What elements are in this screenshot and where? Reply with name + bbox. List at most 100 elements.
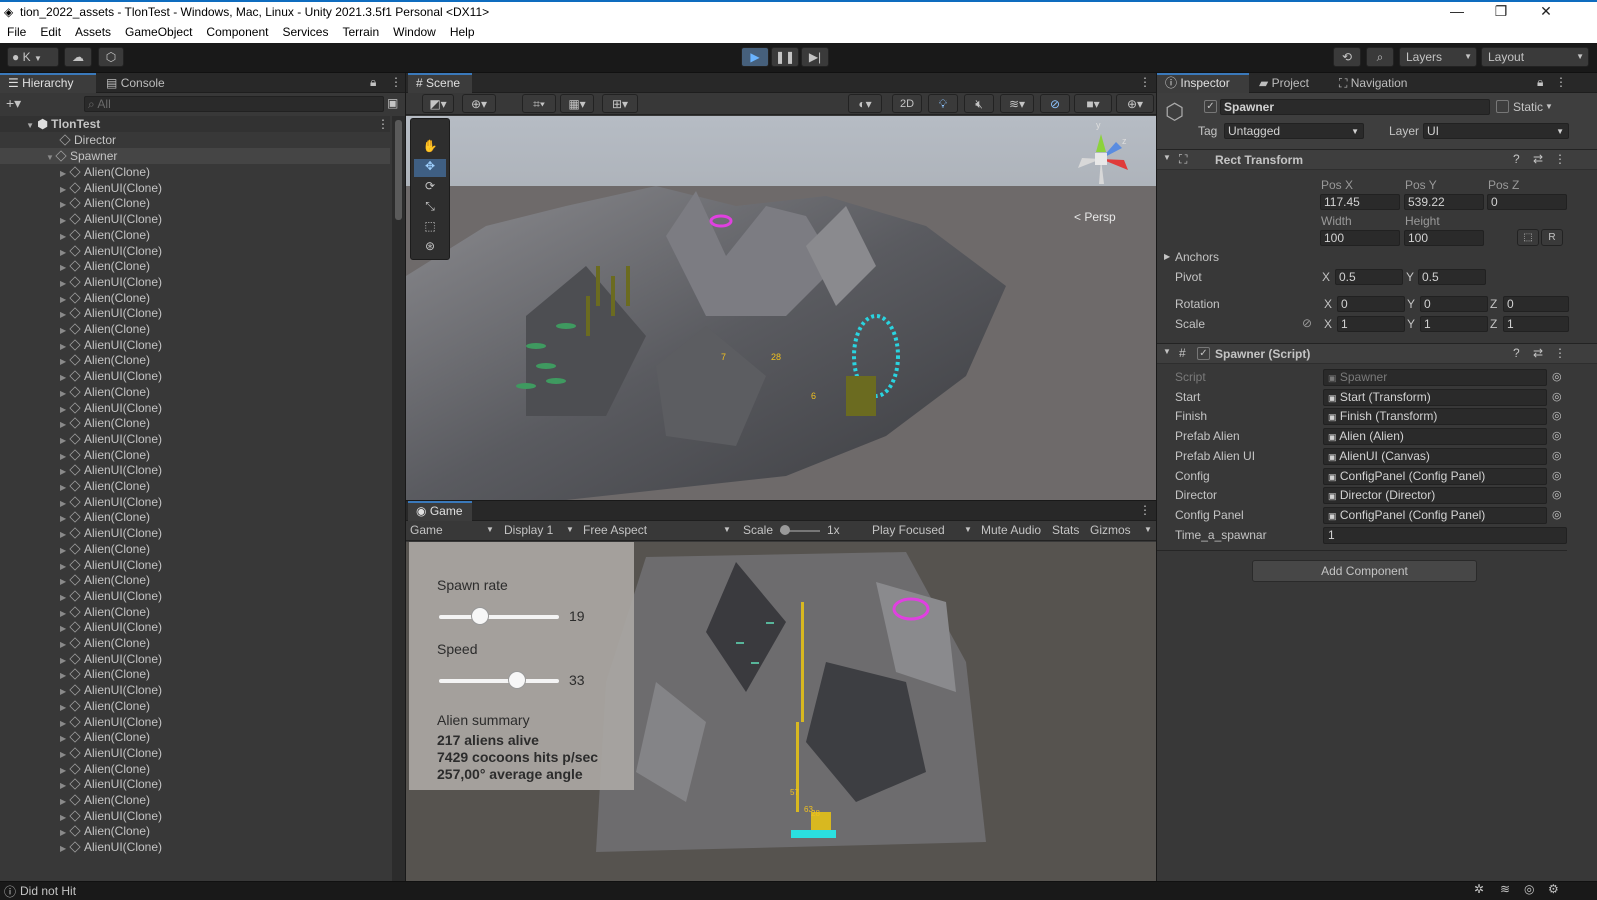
stats-toggle[interactable]: Stats — [1052, 523, 1079, 537]
help-icon[interactable]: ? — [1513, 346, 1520, 360]
tree-item-clone[interactable]: ▶ Alien(Clone) — [0, 321, 150, 337]
more-icon[interactable]: ⋮ — [1554, 346, 1566, 360]
object-reference-field[interactable]: ▣ ConfigPanel (Config Panel) — [1323, 506, 1547, 524]
preset-icon[interactable]: ⇄ — [1533, 346, 1543, 360]
speed-slider[interactable] — [439, 679, 559, 683]
tab-scene[interactable]: # Scene — [408, 73, 472, 93]
tree-item-clone[interactable]: ▶ Alien(Clone) — [0, 761, 150, 777]
menu-gameobject[interactable]: GameObject — [118, 23, 199, 39]
minimize-icon[interactable]: — — [1437, 3, 1477, 19]
tab-game[interactable]: ◉ Game — [408, 501, 472, 521]
layers-icon[interactable]: ≋ — [1500, 882, 1510, 896]
hidden-objects-button[interactable]: ⊘ — [1040, 94, 1070, 113]
tree-item-clone[interactable]: ▶ AlienUI(Clone) — [0, 651, 162, 667]
layers-dropdown[interactable]: Layers ▼ — [1399, 47, 1477, 67]
more-icon[interactable]: ⋮ — [1139, 75, 1151, 89]
tree-item-clone[interactable]: ▶ Alien(Clone) — [0, 604, 150, 620]
lighting-button[interactable]: 💡︎ — [928, 94, 958, 113]
preset-icon[interactable]: ⇄ — [1533, 152, 1543, 166]
tree-item-clone[interactable]: ▶ AlienUI(Clone) — [0, 274, 162, 290]
chevron-down-icon[interactable]: ▼ — [1545, 102, 1553, 111]
scale-y-field[interactable]: 1 — [1420, 316, 1488, 332]
audio-button[interactable]: 🔇︎ — [964, 94, 994, 113]
tab-hierarchy[interactable]: ☰ Hierarchy — [0, 73, 96, 93]
tree-item-clone[interactable]: ▶ Alien(Clone) — [0, 635, 150, 651]
pause-button[interactable]: ❚❚ — [771, 47, 799, 67]
grid-button[interactable]: ▦▾ — [560, 94, 594, 113]
rect-transform-header[interactable]: ▼ ⛶ Rect Transform ? ⇄ ⋮ — [1157, 149, 1597, 170]
tree-item-clone[interactable]: ▶ AlienUI(Clone) — [0, 525, 162, 541]
object-picker-icon[interactable]: ◎ — [1552, 370, 1562, 383]
object-picker-icon[interactable]: ◎ — [1552, 449, 1562, 462]
scene-viewport[interactable]: 7 28 6 ✋ ✥ ⟳ ⤡ ⬚ ⊛ y z < Persp — [406, 116, 1156, 500]
rect-tool-icon[interactable]: ⬚ — [414, 219, 446, 237]
draw-mode-button[interactable]: ◩▾ — [422, 94, 454, 113]
increment-snap-button[interactable]: ⊞▾ — [602, 94, 638, 113]
effects-button[interactable]: ≋▾ — [1000, 94, 1034, 113]
tree-item-clone[interactable]: ▶ AlienUI(Clone) — [0, 431, 162, 447]
tree-item-clone[interactable]: ▶ AlienUI(Clone) — [0, 839, 162, 855]
object-reference-field[interactable]: ▣ Finish (Transform) — [1323, 408, 1547, 426]
expand-arrow-icon[interactable]: ▼ — [1163, 347, 1171, 356]
display-dropdown[interactable]: Display 1 ▼ — [504, 523, 576, 537]
close-icon[interactable]: ✕ — [1526, 3, 1566, 20]
tree-item-clone[interactable]: ▶ Alien(Clone) — [0, 478, 150, 494]
layer-dropdown[interactable]: UI ▼ — [1423, 123, 1569, 139]
tree-item-clone[interactable]: ▶ Alien(Clone) — [0, 164, 150, 180]
link-off-icon[interactable]: ⊘ — [1302, 316, 1312, 330]
object-reference-field[interactable]: ▣ Spawner — [1323, 369, 1547, 386]
height-field[interactable]: 100 — [1404, 230, 1484, 246]
tree-item-clone[interactable]: ▶ AlienUI(Clone) — [0, 180, 162, 196]
static-checkbox[interactable] — [1496, 100, 1509, 113]
menu-assets[interactable]: Assets — [68, 23, 118, 39]
orientation-gizmo[interactable]: y z — [1066, 120, 1136, 194]
mode-2d-button[interactable]: 2D — [892, 94, 922, 113]
tree-item-clone[interactable]: ▶ Alien(Clone) — [0, 666, 150, 682]
camera-button[interactable]: ■▾ — [1074, 94, 1112, 113]
menu-edit[interactable]: Edit — [33, 23, 68, 39]
collab-button[interactable]: ⬡ — [98, 47, 124, 67]
object-reference-field[interactable]: ▣ Alien (Alien) — [1323, 428, 1547, 446]
scale-tool-icon[interactable]: ⤡ — [414, 199, 446, 217]
menu-window[interactable]: Window — [386, 23, 443, 39]
more-icon[interactable]: ⋮ — [1554, 152, 1566, 166]
tree-item-clone[interactable]: ▶ AlienUI(Clone) — [0, 714, 162, 730]
tree-item-clone[interactable]: ▶ AlienUI(Clone) — [0, 776, 162, 792]
tree-item-clone[interactable]: ▶ Alien(Clone) — [0, 447, 150, 463]
more-icon[interactable]: ⋮ — [1139, 503, 1151, 517]
projection-label[interactable]: < Persp — [1074, 210, 1116, 224]
tree-item-clone[interactable]: ▶ AlienUI(Clone) — [0, 588, 162, 604]
tree-item-clone[interactable]: ▶ AlienUI(Clone) — [0, 243, 162, 259]
help-icon[interactable]: ? — [1513, 152, 1520, 166]
tree-item-clone[interactable]: ▶ Alien(Clone) — [0, 823, 150, 839]
menu-component[interactable]: Component — [199, 23, 275, 39]
tree-item-clone[interactable]: ▶ AlienUI(Clone) — [0, 808, 162, 824]
tree-item-clone[interactable]: ▶ Alien(Clone) — [0, 509, 150, 525]
global-button[interactable]: ⊕▾ — [462, 94, 496, 113]
pivot-y-field[interactable]: 0.5 — [1418, 269, 1486, 285]
search-options-icon[interactable]: ▣ — [387, 96, 398, 110]
pos-y-field[interactable]: 539.22 — [1404, 194, 1484, 210]
tree-item-clone[interactable]: ▶ Alien(Clone) — [0, 290, 150, 306]
menu-help[interactable]: Help — [443, 23, 482, 39]
layout-dropdown[interactable]: Layout ▼ — [1481, 47, 1589, 67]
speed-slider-thumb[interactable] — [508, 671, 526, 689]
game-mode-dropdown[interactable]: Game ▼ — [410, 523, 496, 537]
object-picker-icon[interactable]: ◎ — [1552, 429, 1562, 442]
shading-button[interactable]: ◐▾ — [848, 94, 882, 113]
rotate-tool-icon[interactable]: ⟳ — [414, 179, 446, 197]
object-picker-icon[interactable]: ◎ — [1552, 488, 1562, 501]
anchors-label[interactable]: Anchors — [1175, 250, 1219, 264]
object-reference-field[interactable]: ▣ Start (Transform) — [1323, 388, 1547, 406]
tree-item-clone[interactable]: ▶ AlienUI(Clone) — [0, 211, 162, 227]
play-focused-dropdown[interactable]: Play Focused ▼ — [872, 523, 974, 537]
scale-x-field[interactable]: 1 — [1337, 316, 1405, 332]
tree-item-clone[interactable]: ▶ AlienUI(Clone) — [0, 337, 162, 353]
object-picker-icon[interactable]: ◎ — [1552, 508, 1562, 521]
account-dropdown[interactable]: ● K ▼ — [7, 47, 59, 67]
tree-item-clone[interactable]: ▶ Alien(Clone) — [0, 384, 150, 400]
script-enabled-checkbox[interactable]: ✓ — [1197, 347, 1210, 360]
tree-item-clone[interactable]: ▶ AlienUI(Clone) — [0, 619, 162, 635]
tree-item-clone[interactable]: ▶ Alien(Clone) — [0, 541, 150, 557]
object-reference-field[interactable]: ▣ Director (Director) — [1323, 487, 1547, 505]
